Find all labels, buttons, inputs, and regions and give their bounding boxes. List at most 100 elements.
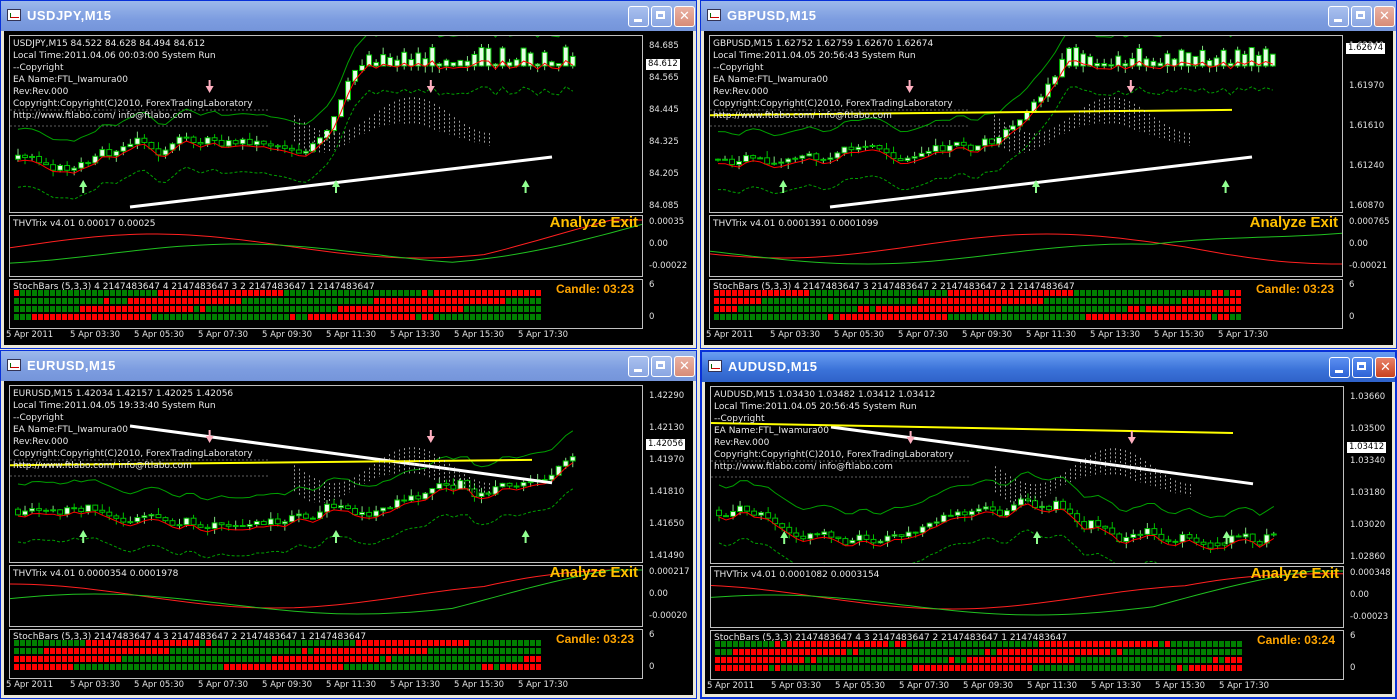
chart-client-area[interactable]: EURUSD,M15 1.42034 1.42157 1.42025 1.420…	[4, 381, 693, 695]
maximize-button[interactable]	[1352, 357, 1373, 378]
title-bar[interactable]: USDJPY,M15 ✕	[1, 1, 696, 31]
candle-countdown: Candle: 03:23	[555, 632, 634, 646]
minimize-button[interactable]	[628, 6, 649, 27]
ea-info-line: Rev:Rev.000	[13, 437, 69, 447]
stoch-tick: 6	[1349, 280, 1355, 290]
time-tick: 5 Apr 15:30	[1155, 681, 1206, 691]
stoch-tick: 6	[649, 280, 655, 290]
ea-info-line: Copyright:Copyright(C)2010, ForexTrading…	[714, 450, 954, 460]
ea-info-line: Copyright:Copyright(C)2010, ForexTrading…	[713, 99, 953, 109]
time-tick: 5 Apr 09:30	[262, 680, 313, 690]
ea-info-line: Rev:Rev.000	[713, 87, 769, 97]
trix-label: THVTrix v4.01 0.00017 0.00025	[13, 219, 156, 229]
window-title: AUDUSD,M15	[728, 359, 818, 374]
time-tick: 5 Apr 17:30	[1218, 330, 1269, 340]
time-tick: 5 Apr 15:30	[1154, 330, 1205, 340]
chart-header-ohlc: GBPUSD,M15 1.62752 1.62759 1.62670 1.626…	[713, 39, 934, 49]
chart-client-area[interactable]: USDJPY,M15 84.522 84.628 84.494 84.612 Lo…	[4, 31, 693, 345]
stochbars-pane[interactable]: StochBars (5,3,3) 2147483647 4 3 2147483…	[710, 630, 1344, 680]
minimize-button[interactable]	[1328, 6, 1349, 27]
price-tick: 1.03340	[1350, 456, 1386, 466]
price-tick: 84.445	[649, 105, 679, 115]
time-tick: 5 Apr 13:30	[390, 330, 441, 340]
price-pane[interactable]: USDJPY,M15 84.522 84.628 84.494 84.612 Lo…	[9, 35, 643, 213]
time-tick: 5 Apr 09:30	[963, 681, 1014, 691]
ea-info-line: --Copyright	[713, 63, 764, 73]
chart-client-area[interactable]: GBPUSD,M15 1.62752 1.62759 1.62670 1.626…	[704, 31, 1393, 345]
title-bar[interactable]: AUDUSD,M15 ✕	[702, 352, 1396, 382]
trix-pane[interactable]: THVTrix v4.01 0.00017 0.00025 Analyze Exi…	[9, 215, 643, 277]
time-tick: 5 Apr 07:30	[198, 680, 249, 690]
price-tick: 1.02860	[1350, 552, 1386, 562]
title-bar[interactable]: GBPUSD,M15 ✕	[701, 1, 1396, 31]
minimize-button[interactable]	[1329, 357, 1350, 378]
ea-info-line: Copyright:Copyright(C)2010, ForexTrading…	[13, 449, 253, 459]
time-tick: 5 Apr 11:30	[326, 330, 377, 340]
price-tick: 84.685	[649, 41, 679, 51]
chart-window-gbpusd[interactable]: GBPUSD,M15 ✕ GBPUSD,M15 1.62752 1.62759 1.…	[700, 0, 1397, 349]
price-pane[interactable]: AUDUSD,M15 1.03430 1.03482 1.03412 1.034…	[710, 386, 1344, 564]
ea-info-line: http://www.ftlabo.com/ info@ftlabo.com	[13, 461, 192, 471]
time-tick: 5 Apr 17:30	[518, 330, 569, 340]
trix-tick: 0.000765	[1349, 217, 1390, 227]
price-tick: 1.61610	[1349, 121, 1385, 131]
chart-header-ohlc: AUDUSD,M15 1.03430 1.03482 1.03412 1.034…	[714, 390, 936, 400]
close-button[interactable]: ✕	[674, 356, 695, 377]
minimize-icon	[634, 369, 642, 372]
trix-tick: -0.00023	[1350, 612, 1389, 622]
close-button[interactable]: ✕	[1375, 357, 1396, 378]
time-tick: 5 Apr 13:30	[1091, 681, 1142, 691]
title-bar[interactable]: EURUSD,M15 ✕	[1, 351, 696, 381]
candle-countdown: Candle: 03:23	[1255, 282, 1334, 296]
stoch-tick: 0	[649, 662, 655, 672]
chart-header-ohlc: EURUSD,M15 1.42034 1.42157 1.42025 1.420…	[13, 389, 234, 399]
ea-info-line: Rev:Rev.000	[714, 438, 770, 448]
price-pane[interactable]: EURUSD,M15 1.42034 1.42157 1.42025 1.420…	[9, 385, 643, 563]
chart-window-audusd[interactable]: AUDUSD,M15 ✕ AUDUSD,M15 1.03430 1.03482 1.…	[700, 350, 1397, 699]
price-tick: 1.03180	[1350, 488, 1386, 498]
ea-info-line: EA Name:FTL_Iwamura00	[13, 425, 128, 435]
ea-info-line: --Copyright	[13, 413, 64, 423]
minimize-icon	[1334, 19, 1342, 22]
stochbars-pane[interactable]: StochBars (5,3,3) 2147483647 4 3 2147483…	[9, 629, 643, 679]
time-tick: 5 Apr 13:30	[390, 680, 441, 690]
price-pane[interactable]: GBPUSD,M15 1.62752 1.62759 1.62670 1.626…	[709, 35, 1343, 213]
price-tick: 1.41810	[649, 487, 685, 497]
chart-app-icon	[707, 9, 721, 21]
analyze-exit-label: Analyze Exit	[1250, 566, 1339, 582]
time-tick: 5 Apr 15:30	[454, 330, 505, 340]
trix-tick: 0.00035	[649, 217, 685, 227]
maximize-button[interactable]	[651, 356, 672, 377]
ea-info-line: EA Name:FTL_Iwamura00	[13, 75, 128, 85]
chart-window-usdjpy[interactable]: USDJPY,M15 ✕ USDJPY,M15 84.522 84.628 84.4…	[0, 0, 697, 349]
ea-info-line: http://www.ftlabo.com/ info@ftlabo.com	[714, 462, 893, 472]
time-tick: 5 Apr 11:30	[326, 680, 377, 690]
stochbars-pane[interactable]: StochBars (5,3,3) 4 2147483647 4 2147483…	[9, 279, 643, 329]
chart-window-eurusd[interactable]: EURUSD,M15 ✕ EURUSD,M15 1.42034 1.42157 1.…	[0, 350, 697, 699]
time-tick: 5 Apr 09:30	[962, 330, 1013, 340]
close-button[interactable]: ✕	[1374, 6, 1395, 27]
price-tick: 84.325	[649, 137, 679, 147]
price-tick: 1.03660	[1350, 392, 1386, 402]
trix-pane[interactable]: THVTrix v4.01 0.0000354 0.0001978 Analyze…	[9, 565, 643, 627]
stoch-tick: 0	[649, 312, 655, 322]
stoch-tick: 6	[1350, 631, 1356, 641]
price-tick: 1.61970	[1349, 81, 1385, 91]
maximize-icon	[1357, 362, 1366, 370]
stochbars-label: StochBars (5,3,3) 4 2147483647 3 2147483…	[713, 282, 1075, 292]
price-tick: 1.03020	[1350, 520, 1386, 530]
ea-info-line: --Copyright	[714, 414, 765, 424]
stochbars-pane[interactable]: StochBars (5,3,3) 4 2147483647 3 2147483…	[709, 279, 1343, 329]
minimize-button[interactable]	[628, 356, 649, 377]
analyze-exit-label: Analyze Exit	[549, 215, 638, 231]
trix-pane[interactable]: THVTrix v4.01 0.0001391 0.0001099 Analyze…	[709, 215, 1343, 277]
maximize-button[interactable]	[651, 6, 672, 27]
trix-pane[interactable]: THVTrix v4.01 0.0001082 0.0003154 Analyze…	[710, 566, 1344, 628]
maximize-button[interactable]	[1351, 6, 1372, 27]
time-tick: 5 Apr 15:30	[454, 680, 505, 690]
stoch-tick: 0	[1350, 663, 1356, 673]
chart-client-area[interactable]: AUDUSD,M15 1.03430 1.03482 1.03412 1.034…	[705, 382, 1392, 694]
close-button[interactable]: ✕	[674, 6, 695, 27]
price-tick: 1.41650	[649, 519, 685, 529]
ea-info-line: EA Name:FTL_Iwamura00	[713, 75, 828, 85]
